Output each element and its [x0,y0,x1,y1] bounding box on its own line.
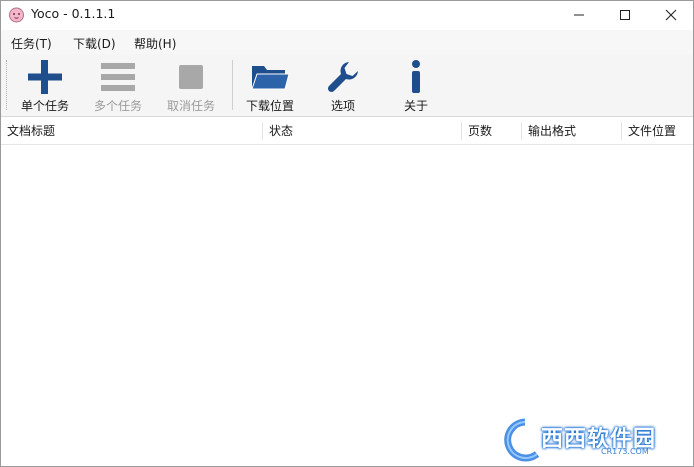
cancel-task-label: 取消任务 [166,99,215,113]
download-location-button[interactable]: 下载位置 [234,57,306,113]
stop-icon [179,65,203,89]
column-file-location[interactable]: 文件位置 [622,118,693,144]
single-task-button[interactable]: 单个任务 [9,57,81,113]
list-icon [101,63,135,91]
window-title: Yoco - 0.1.1.1 [31,6,116,21]
plus-icon [28,60,62,94]
column-pages[interactable]: 页数 [462,118,522,144]
menu-task[interactable]: 任务(T) [11,35,52,52]
menu-bar: 任务(T) 下载(D) 帮助(H) [1,30,693,54]
toolbar-separator [232,60,233,110]
maximize-button[interactable] [602,1,648,29]
single-task-label: 单个任务 [20,99,69,113]
close-icon [665,9,677,21]
close-button[interactable] [648,1,694,29]
multi-task-button[interactable]: 多个任务 [82,57,154,113]
list-header: 文档标题 状态 页数 输出格式 文件位置 [1,118,693,145]
minimize-button[interactable] [556,1,602,29]
column-doc-title[interactable]: 文档标题 [1,118,263,144]
menu-download[interactable]: 下载(D) [73,35,116,52]
options-button[interactable]: 选项 [307,57,379,113]
about-label: 关于 [403,99,428,113]
info-icon [412,60,420,93]
minimize-icon [574,14,584,16]
watermark-subtext: CR173.COM [601,447,649,456]
column-output-format[interactable]: 输出格式 [522,118,622,144]
folder-icon [251,66,290,90]
multi-task-label: 多个任务 [93,99,142,113]
wrench-icon [327,62,358,93]
column-status[interactable]: 状态 [263,118,462,144]
about-button[interactable]: 关于 [380,57,452,113]
title-bar[interactable]: Yoco - 0.1.1.1 [1,1,693,29]
app-logo-icon [9,7,24,23]
app-window: Yoco - 0.1.1.1 任务(T) 下载(D) 帮助(H) 单个任务 多个… [0,0,694,467]
maximize-icon [620,10,630,20]
cancel-task-button[interactable]: 取消任务 [155,57,227,113]
options-label: 选项 [330,99,355,113]
task-list[interactable]: 文档标题 状态 页数 输出格式 文件位置 [1,118,693,466]
toolbar: 单个任务 多个任务 取消任务 下载位置 选项 关于 [1,54,693,117]
menu-help[interactable]: 帮助(H) [134,35,176,52]
download-location-label: 下载位置 [245,99,294,113]
